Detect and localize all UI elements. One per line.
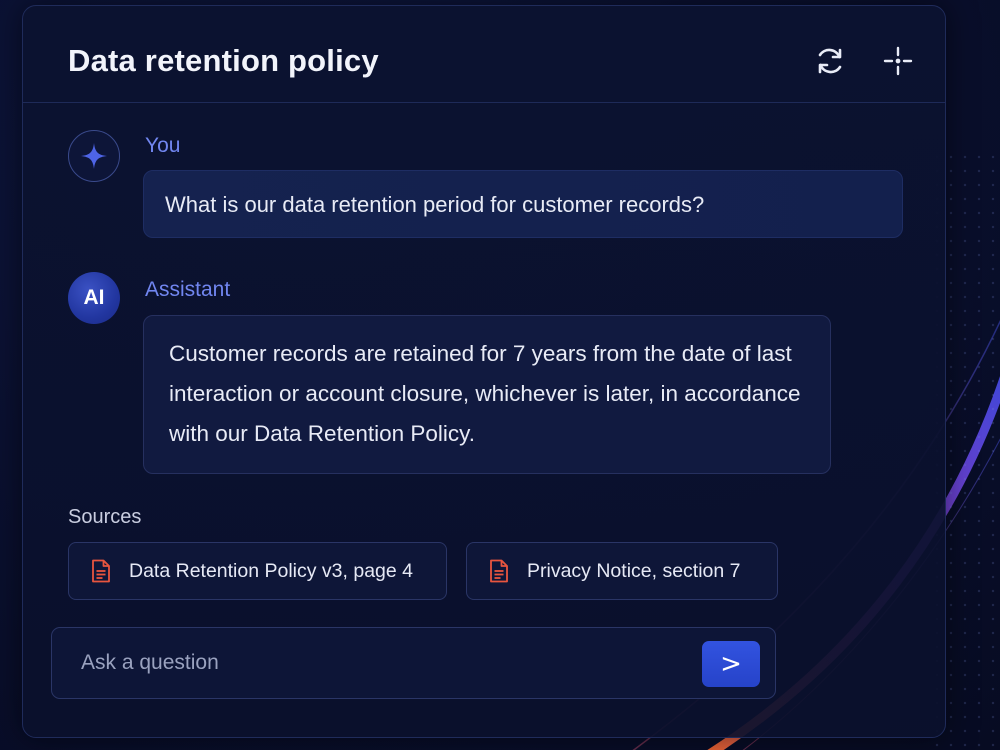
source-chip-data-retention-policy[interactable]: Data Retention Policy v3, page 4 <box>68 542 447 600</box>
chat-panel: Data retention policy You What is our da… <box>22 5 946 738</box>
source-chip-privacy-notice[interactable]: Privacy Notice, section 7 <box>466 542 778 600</box>
refresh-button[interactable] <box>810 41 850 81</box>
refresh-icon <box>818 48 842 74</box>
ask-input[interactable] <box>54 630 694 696</box>
expand-button[interactable] <box>878 41 918 81</box>
page-title: Data retention policy <box>68 43 379 78</box>
sparkle-icon <box>81 143 107 169</box>
assistant-avatar: AI <box>68 272 120 324</box>
sources-label: Sources <box>68 506 142 528</box>
composer: > <box>51 627 776 699</box>
source-label: Privacy Notice, section 7 <box>527 559 741 582</box>
user-avatar <box>68 130 120 182</box>
send-button[interactable]: > <box>702 641 760 687</box>
source-label: Data Retention Policy v3, page 4 <box>129 559 414 582</box>
chat-header: Data retention policy <box>23 6 945 103</box>
document-icon <box>92 559 110 583</box>
assistant-message-bubble: Customer records are retained for 7 year… <box>143 315 831 474</box>
crosshair-icon <box>883 46 913 76</box>
assistant-name-label: Assistant <box>145 278 231 301</box>
user-name-label: You <box>145 134 181 157</box>
app-background: Data retention policy You What is our da… <box>0 0 1000 750</box>
user-message-bubble: What is our data retention period for cu… <box>143 170 903 238</box>
document-icon <box>490 559 508 583</box>
